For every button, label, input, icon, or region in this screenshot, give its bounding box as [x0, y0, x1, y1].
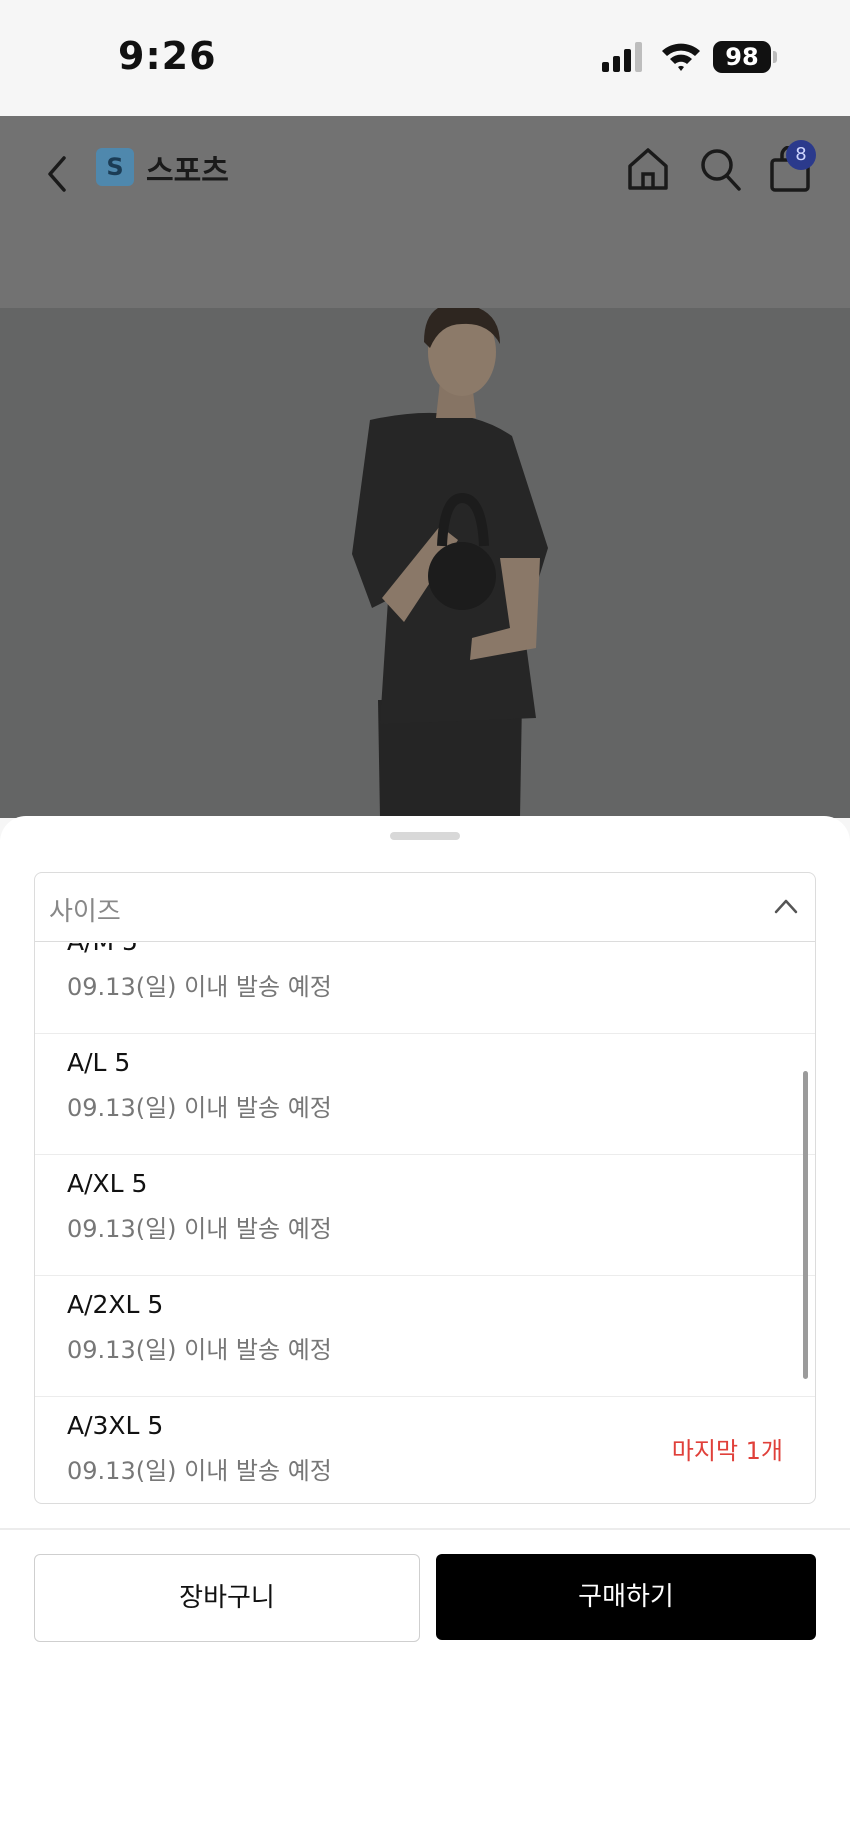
search-icon[interactable] [698, 146, 742, 192]
brand-name[interactable]: 스포츠 [146, 146, 229, 190]
back-arrow-icon[interactable] [40, 150, 74, 198]
size-option-name: A/XL 5 [67, 1169, 148, 1198]
buy-now-button[interactable]: 구매하기 [436, 1554, 816, 1640]
wifi-icon [662, 43, 700, 71]
size-select-placeholder: 사이즈 [49, 897, 121, 927]
option-bottom-sheet: 사이즈 A/M 5 09.13(일) 이내 발송 예정 A/L 5 09.13(… [0, 816, 850, 1842]
model-figure-image [352, 308, 548, 818]
cart-count-badge: 8 [786, 140, 816, 170]
divider [0, 1528, 850, 1530]
size-options-list[interactable]: A/M 5 09.13(일) 이내 발송 예정 A/L 5 09.13(일) 이… [35, 943, 815, 1503]
cellular-signal-icon [602, 42, 642, 72]
product-image [0, 308, 850, 818]
size-option-shipping: 09.13(일) 이내 발송 예정 [67, 1094, 332, 1122]
home-icon[interactable] [626, 146, 670, 192]
size-option-name: A/3XL 5 [67, 1411, 164, 1440]
status-bar: 9:26 98 [0, 0, 850, 116]
size-option-shipping: 09.13(일) 이내 발송 예정 [67, 1215, 332, 1243]
size-option-name: A/M 5 [67, 943, 138, 956]
size-select: 사이즈 A/M 5 09.13(일) 이내 발송 예정 A/L 5 09.13(… [34, 872, 816, 1504]
low-stock-label: 마지막 1개 [671, 1437, 783, 1465]
size-option-shipping: 09.13(일) 이내 발송 예정 [67, 973, 332, 1001]
size-option-name: A/2XL 5 [67, 1290, 164, 1319]
battery-icon: 98 [713, 41, 777, 73]
status-time: 9:26 [118, 34, 217, 78]
sheet-drag-handle[interactable] [390, 832, 460, 840]
top-navigation: S 스포츠 8 [0, 116, 850, 308]
size-option[interactable]: A/L 5 09.13(일) 이내 발송 예정 [35, 1034, 815, 1155]
options-scrollbar[interactable] [803, 1071, 808, 1379]
battery-level: 98 [725, 43, 759, 71]
size-option[interactable]: A/XL 5 09.13(일) 이내 발송 예정 [35, 1155, 815, 1276]
brand-logo[interactable]: S [96, 148, 134, 186]
chevron-up-icon[interactable] [773, 897, 799, 915]
size-select-header[interactable]: 사이즈 [35, 873, 815, 942]
size-option-shipping: 09.13(일) 이내 발송 예정 [67, 1457, 332, 1485]
size-option[interactable]: A/M 5 09.13(일) 이내 발송 예정 [35, 943, 815, 1034]
size-option-name: A/L 5 [67, 1048, 131, 1077]
size-option[interactable]: A/3XL 5 09.13(일) 이내 발송 예정 마지막 1개 [35, 1397, 815, 1503]
add-to-cart-button[interactable]: 장바구니 [34, 1554, 420, 1642]
size-option-shipping: 09.13(일) 이내 발송 예정 [67, 1336, 332, 1364]
size-option[interactable]: A/2XL 5 09.13(일) 이내 발송 예정 [35, 1276, 815, 1397]
